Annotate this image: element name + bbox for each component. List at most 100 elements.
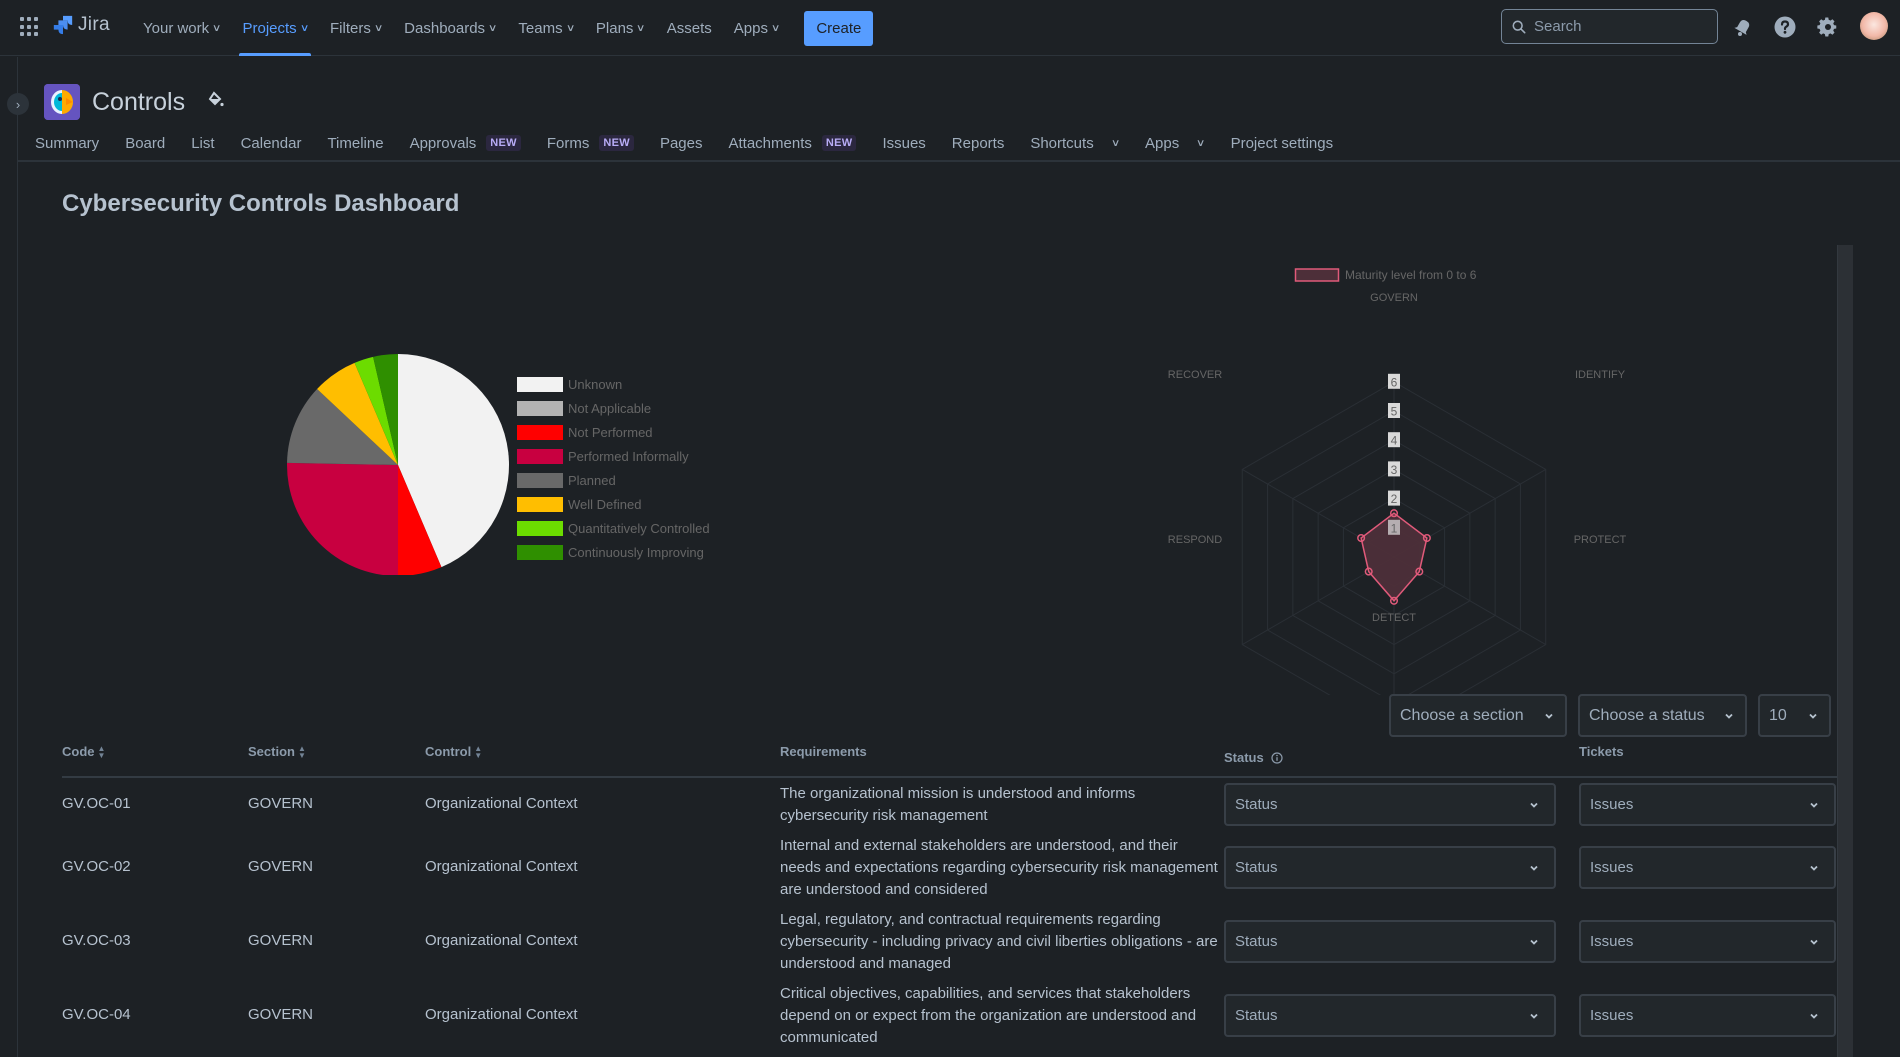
- sort-icon: ▲ ▼: [297, 743, 306, 760]
- page-title: Cybersecurity Controls Dashboard: [62, 190, 460, 217]
- chevron-down-icon: ∨: [636, 22, 646, 34]
- tab-forms[interactable]: Forms NEW: [534, 135, 647, 152]
- column-header-section[interactable]: Section ▲ ▼: [248, 744, 306, 759]
- nav-item-projects[interactable]: Projects ∨: [231, 0, 319, 56]
- chevron-down-icon: [1530, 1013, 1538, 1019]
- tab-label: Board: [125, 134, 166, 152]
- cell-code: GV.OC-04: [62, 1006, 131, 1023]
- chevron-down-icon: [1530, 802, 1538, 808]
- help-icon[interactable]: [1772, 14, 1798, 40]
- user-avatar[interactable]: [1860, 12, 1888, 40]
- tab-board[interactable]: Board: [112, 135, 178, 152]
- status-select[interactable]: Status: [1224, 920, 1556, 963]
- cell-requirements: Internal and external stakeholders are u…: [780, 837, 1218, 898]
- paint-bucket-icon[interactable]: [207, 90, 225, 114]
- radar-tick-label: 2: [1391, 492, 1398, 506]
- nav-item-filters[interactable]: Filters ∨: [319, 0, 393, 56]
- radar-axis-label-identify: IDENTIFY: [1575, 369, 1626, 381]
- tab-issues[interactable]: Issues: [869, 135, 938, 152]
- tab-summary[interactable]: Summary: [22, 135, 112, 152]
- column-header-control[interactable]: Control ▲ ▼: [425, 744, 482, 759]
- legend-item[interactable]: Not Performed: [517, 420, 710, 444]
- cell-section: GOVERN: [248, 1006, 314, 1023]
- column-header-status: Status: [1224, 750, 1283, 765]
- jira-logo[interactable]: Jira: [52, 14, 110, 36]
- chevron-down-icon: ∨: [212, 22, 222, 34]
- legend-label: Continuously Improving: [568, 544, 704, 560]
- tab-label: Project settings: [1230, 134, 1334, 152]
- legend-swatch: [517, 448, 563, 464]
- expand-sidebar-button[interactable]: ›: [7, 93, 29, 115]
- status-select[interactable]: Status: [1224, 846, 1556, 889]
- chevron-down-icon: [1810, 802, 1818, 808]
- nav-item-teams[interactable]: Teams ∨: [507, 0, 585, 56]
- tickets-select[interactable]: Issues: [1579, 846, 1836, 889]
- pie-slice-performed-informally[interactable]: [287, 462, 398, 575]
- tab-list[interactable]: List: [178, 135, 227, 152]
- create-button[interactable]: Create: [804, 10, 874, 46]
- radar-legend-label[interactable]: Maturity level from 0 to 6: [1345, 268, 1477, 282]
- new-badge: NEW: [821, 135, 857, 151]
- info-icon[interactable]: [1271, 751, 1283, 764]
- radar-legend-swatch[interactable]: [1294, 268, 1340, 282]
- radar-tick-label: 4: [1391, 434, 1398, 448]
- search-input[interactable]: Search: [1501, 9, 1718, 44]
- legend-item[interactable]: Planned: [517, 468, 710, 492]
- tab-label: Forms: [546, 134, 590, 152]
- status-select[interactable]: Status: [1224, 783, 1556, 826]
- app-switcher-icon[interactable]: [20, 17, 40, 37]
- column-header-label: Tickets: [1579, 744, 1624, 759]
- tab-attachments[interactable]: Attachments NEW: [715, 135, 869, 152]
- tab-calendar[interactable]: Calendar: [228, 135, 315, 152]
- radar-tick-label: 5: [1391, 405, 1398, 419]
- status-select[interactable]: Status: [1224, 994, 1556, 1037]
- jira-logo-text: Jira: [78, 14, 110, 35]
- tab-shortcuts[interactable]: Shortcuts ∨: [1017, 135, 1132, 152]
- legend-label: Quantitatively Controlled: [568, 520, 710, 536]
- column-header-code[interactable]: Code ▲ ▼: [62, 744, 105, 759]
- tickets-select[interactable]: Issues: [1579, 994, 1836, 1037]
- legend-item[interactable]: Not Applicable: [517, 396, 710, 420]
- chevron-down-icon: [1725, 713, 1733, 719]
- legend-item[interactable]: Quantitatively Controlled: [517, 516, 710, 540]
- status-filter-select[interactable]: Choose a status: [1578, 694, 1747, 737]
- legend-swatch: [517, 496, 563, 512]
- new-badge: NEW: [599, 135, 634, 151]
- notifications-icon[interactable]: [1730, 14, 1756, 40]
- radar-tick-label: 6: [1391, 375, 1398, 389]
- tab-approvals[interactable]: Approvals NEW: [397, 135, 534, 152]
- tab-label: Issues: [882, 134, 926, 152]
- legend-swatch: [517, 520, 563, 536]
- nav-item-plans[interactable]: Plans ∨: [585, 0, 656, 56]
- tickets-select-value: Issues: [1590, 933, 1634, 950]
- column-header-label: Control: [425, 744, 472, 759]
- chevron-down-icon: [1545, 713, 1553, 719]
- tab-reports[interactable]: Reports: [939, 135, 1018, 152]
- nav-item-assets[interactable]: Assets: [656, 0, 723, 56]
- legend-item[interactable]: Performed Informally: [517, 444, 710, 468]
- legend-item[interactable]: Well Defined: [517, 492, 710, 516]
- legend-item[interactable]: Continuously Improving: [517, 540, 710, 564]
- chevron-down-icon: [1810, 865, 1818, 871]
- cell-control: Organizational Context: [425, 858, 578, 875]
- nav-item-your-work[interactable]: Your work ∨: [132, 0, 231, 56]
- tickets-select[interactable]: Issues: [1579, 783, 1836, 826]
- cell-control: Organizational Context: [425, 932, 578, 949]
- new-badge: NEW: [486, 135, 521, 151]
- cell-code: GV.OC-03: [62, 932, 131, 949]
- legend-item[interactable]: Unknown: [517, 372, 710, 396]
- nav-item-apps[interactable]: Apps ∨: [723, 0, 791, 56]
- settings-gear-icon[interactable]: [1815, 14, 1841, 40]
- tickets-select[interactable]: Issues: [1579, 920, 1836, 963]
- nav-item-dashboards[interactable]: Dashboards ∨: [393, 0, 507, 56]
- tab-label: Approvals: [409, 134, 477, 152]
- scrollbar[interactable]: [1837, 245, 1853, 1057]
- tab-pages[interactable]: Pages: [647, 135, 716, 152]
- tab-project-settings[interactable]: Project settings: [1218, 135, 1347, 152]
- project-header: Controls: [44, 84, 225, 120]
- radar-axis-label-respond: RESPOND: [1168, 534, 1222, 546]
- tab-timeline[interactable]: Timeline: [314, 135, 396, 152]
- page-size-select[interactable]: 10: [1758, 694, 1831, 737]
- tab-apps[interactable]: Apps ∨: [1132, 135, 1218, 152]
- section-filter-select[interactable]: Choose a section: [1389, 694, 1567, 737]
